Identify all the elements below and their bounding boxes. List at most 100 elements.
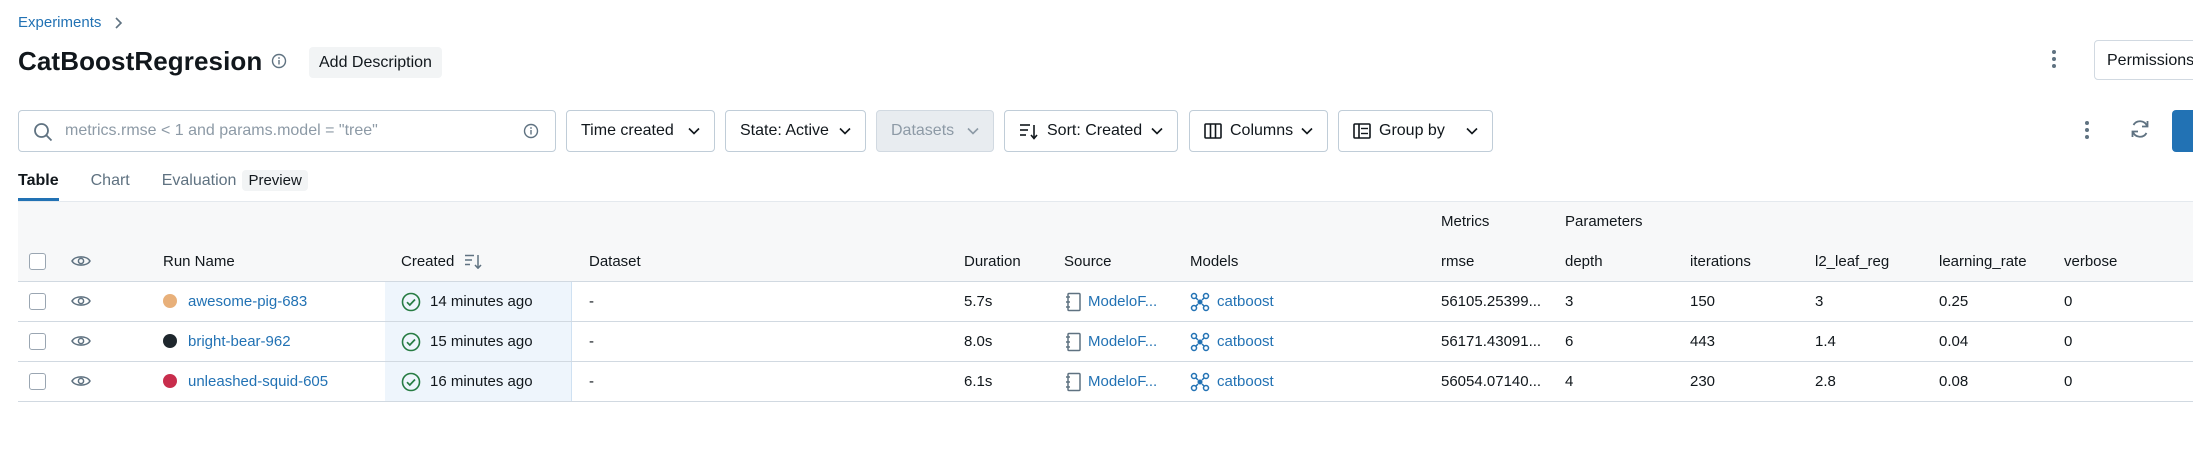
refresh-icon[interactable] [2129, 118, 2151, 140]
table-row[interactable]: awesome-pig-683 14 minutes ago - 5.7s Mo… [18, 282, 2193, 322]
row-checkbox[interactable] [29, 333, 46, 350]
success-check-icon [401, 332, 421, 352]
source-link[interactable]: ModeloF... [1088, 322, 1157, 361]
rmse-value: 56105.25399... [1441, 293, 1542, 310]
run-name-link[interactable]: bright-bear-962 [188, 322, 291, 361]
columns-dropdown[interactable]: Columns [1189, 110, 1328, 152]
notebook-icon [1064, 292, 1082, 312]
iterations-value: 230 [1690, 373, 1716, 390]
tab-table[interactable]: Table [18, 172, 59, 201]
column-group-header: Metrics Parameters [18, 201, 2193, 243]
header-verbose[interactable]: verbose [2064, 242, 2117, 281]
learning-rate-value: 0.04 [1939, 333, 1969, 350]
header-created[interactable]: Created [401, 242, 454, 281]
model-link[interactable]: catboost [1217, 362, 1274, 401]
model-icon [1190, 332, 1210, 352]
page-title: CatBoostRegresion [18, 46, 263, 76]
select-all-checkbox[interactable] [29, 253, 46, 270]
eye-icon[interactable] [71, 254, 91, 268]
group-parameters: Parameters [1565, 213, 1643, 230]
header-learning-rate[interactable]: learning_rate [1939, 242, 2027, 281]
model-link[interactable]: catboost [1217, 282, 1274, 321]
created-value: 15 minutes ago [430, 333, 533, 350]
eye-icon[interactable] [71, 374, 91, 388]
l2-leaf-reg-value: 1.4 [1815, 333, 1836, 350]
eye-icon[interactable] [71, 334, 91, 348]
rmse-value: 56054.07140... [1441, 373, 1542, 390]
run-name-link[interactable]: awesome-pig-683 [188, 282, 307, 321]
tab-evaluation-label: Evaluation [161, 172, 237, 189]
header-iterations[interactable]: iterations [1690, 242, 1751, 281]
state-dropdown[interactable]: State: Active [725, 110, 866, 152]
chevron-down-icon [1466, 127, 1478, 135]
run-name-link[interactable]: unleashed-squid-605 [188, 362, 328, 401]
more-options-icon[interactable] [2050, 48, 2058, 70]
verbose-value: 0 [2064, 333, 2073, 350]
info-icon[interactable] [523, 123, 539, 139]
source-link[interactable]: ModeloF... [1088, 282, 1157, 321]
search-placeholder: metrics.rmse < 1 and params.model = "tre… [65, 122, 378, 139]
header-duration[interactable]: Duration [964, 242, 1021, 281]
group-by-dropdown[interactable]: Group by [1338, 110, 1493, 152]
preview-badge: Preview [242, 170, 308, 191]
sort-dropdown[interactable]: Sort: Created [1004, 110, 1178, 152]
eye-icon[interactable] [71, 294, 91, 308]
chevron-down-icon [1301, 127, 1313, 135]
more-options-icon[interactable] [2083, 119, 2091, 141]
time-created-dropdown[interactable]: Time created [566, 110, 715, 152]
group-metrics: Metrics [1441, 213, 1490, 230]
learning-rate-value: 0.25 [1939, 293, 1969, 310]
duration-value: 8.0s [964, 333, 993, 350]
header-source[interactable]: Source [1064, 242, 1112, 281]
chevron-down-icon [967, 127, 979, 135]
row-checkbox[interactable] [29, 373, 46, 390]
verbose-value: 0 [2064, 373, 2073, 390]
add-description-button[interactable]: Add Description [309, 47, 442, 78]
info-icon[interactable] [271, 53, 287, 69]
chevron-down-icon [688, 127, 700, 135]
tab-evaluation[interactable]: Evaluation Preview [161, 170, 308, 201]
permissions-button[interactable]: Permissions [2094, 40, 2193, 80]
group-by-label: Group by [1379, 122, 1445, 139]
header-models[interactable]: Models [1190, 242, 1238, 281]
sort-descending-icon[interactable] [464, 253, 482, 269]
datasets-dropdown[interactable]: Datasets [876, 110, 994, 152]
l2-leaf-reg-value: 2.8 [1815, 373, 1836, 390]
duration-value: 6.1s [964, 373, 993, 390]
model-icon [1190, 372, 1210, 392]
header-depth[interactable]: depth [1565, 242, 1603, 281]
iterations-value: 443 [1690, 333, 1716, 350]
success-check-icon [401, 292, 421, 312]
new-run-button[interactable] [2172, 110, 2193, 152]
table-row[interactable]: bright-bear-962 15 minutes ago - 8.0s Mo… [18, 322, 2193, 362]
l2-leaf-reg-value: 3 [1815, 293, 1824, 310]
dataset-value: - [589, 333, 594, 350]
header-rmse[interactable]: rmse [1441, 242, 1474, 281]
sort-icon [1019, 122, 1039, 140]
table-header: Run Name Created Dataset Duration Source… [18, 242, 2193, 282]
table-row[interactable]: unleashed-squid-605 16 minutes ago - 6.1… [18, 362, 2193, 402]
breadcrumb-experiments-link[interactable]: Experiments [18, 14, 101, 31]
row-checkbox[interactable] [29, 293, 46, 310]
success-check-icon [401, 372, 421, 392]
chevron-down-icon [1151, 127, 1163, 135]
header-dataset[interactable]: Dataset [589, 242, 641, 281]
tab-chart[interactable]: Chart [91, 172, 130, 201]
notebook-icon [1064, 372, 1082, 392]
chevron-down-icon [839, 127, 851, 135]
search-input[interactable]: metrics.rmse < 1 and params.model = "tre… [18, 110, 556, 152]
header-l2-leaf-reg[interactable]: l2_leaf_reg [1815, 242, 1889, 281]
run-color-dot[interactable] [163, 374, 177, 388]
run-color-dot[interactable] [163, 334, 177, 348]
run-color-dot[interactable] [163, 294, 177, 308]
created-value: 16 minutes ago [430, 373, 533, 390]
verbose-value: 0 [2064, 293, 2073, 310]
chevron-right-icon [113, 16, 123, 29]
source-link[interactable]: ModeloF... [1088, 362, 1157, 401]
model-link[interactable]: catboost [1217, 322, 1274, 361]
datasets-label: Datasets [891, 122, 955, 139]
depth-value: 4 [1565, 373, 1574, 390]
header-run-name[interactable]: Run Name [163, 242, 235, 281]
view-tabs: Table Chart Evaluation Preview [18, 170, 340, 201]
rmse-value: 56171.43091... [1441, 333, 1542, 350]
